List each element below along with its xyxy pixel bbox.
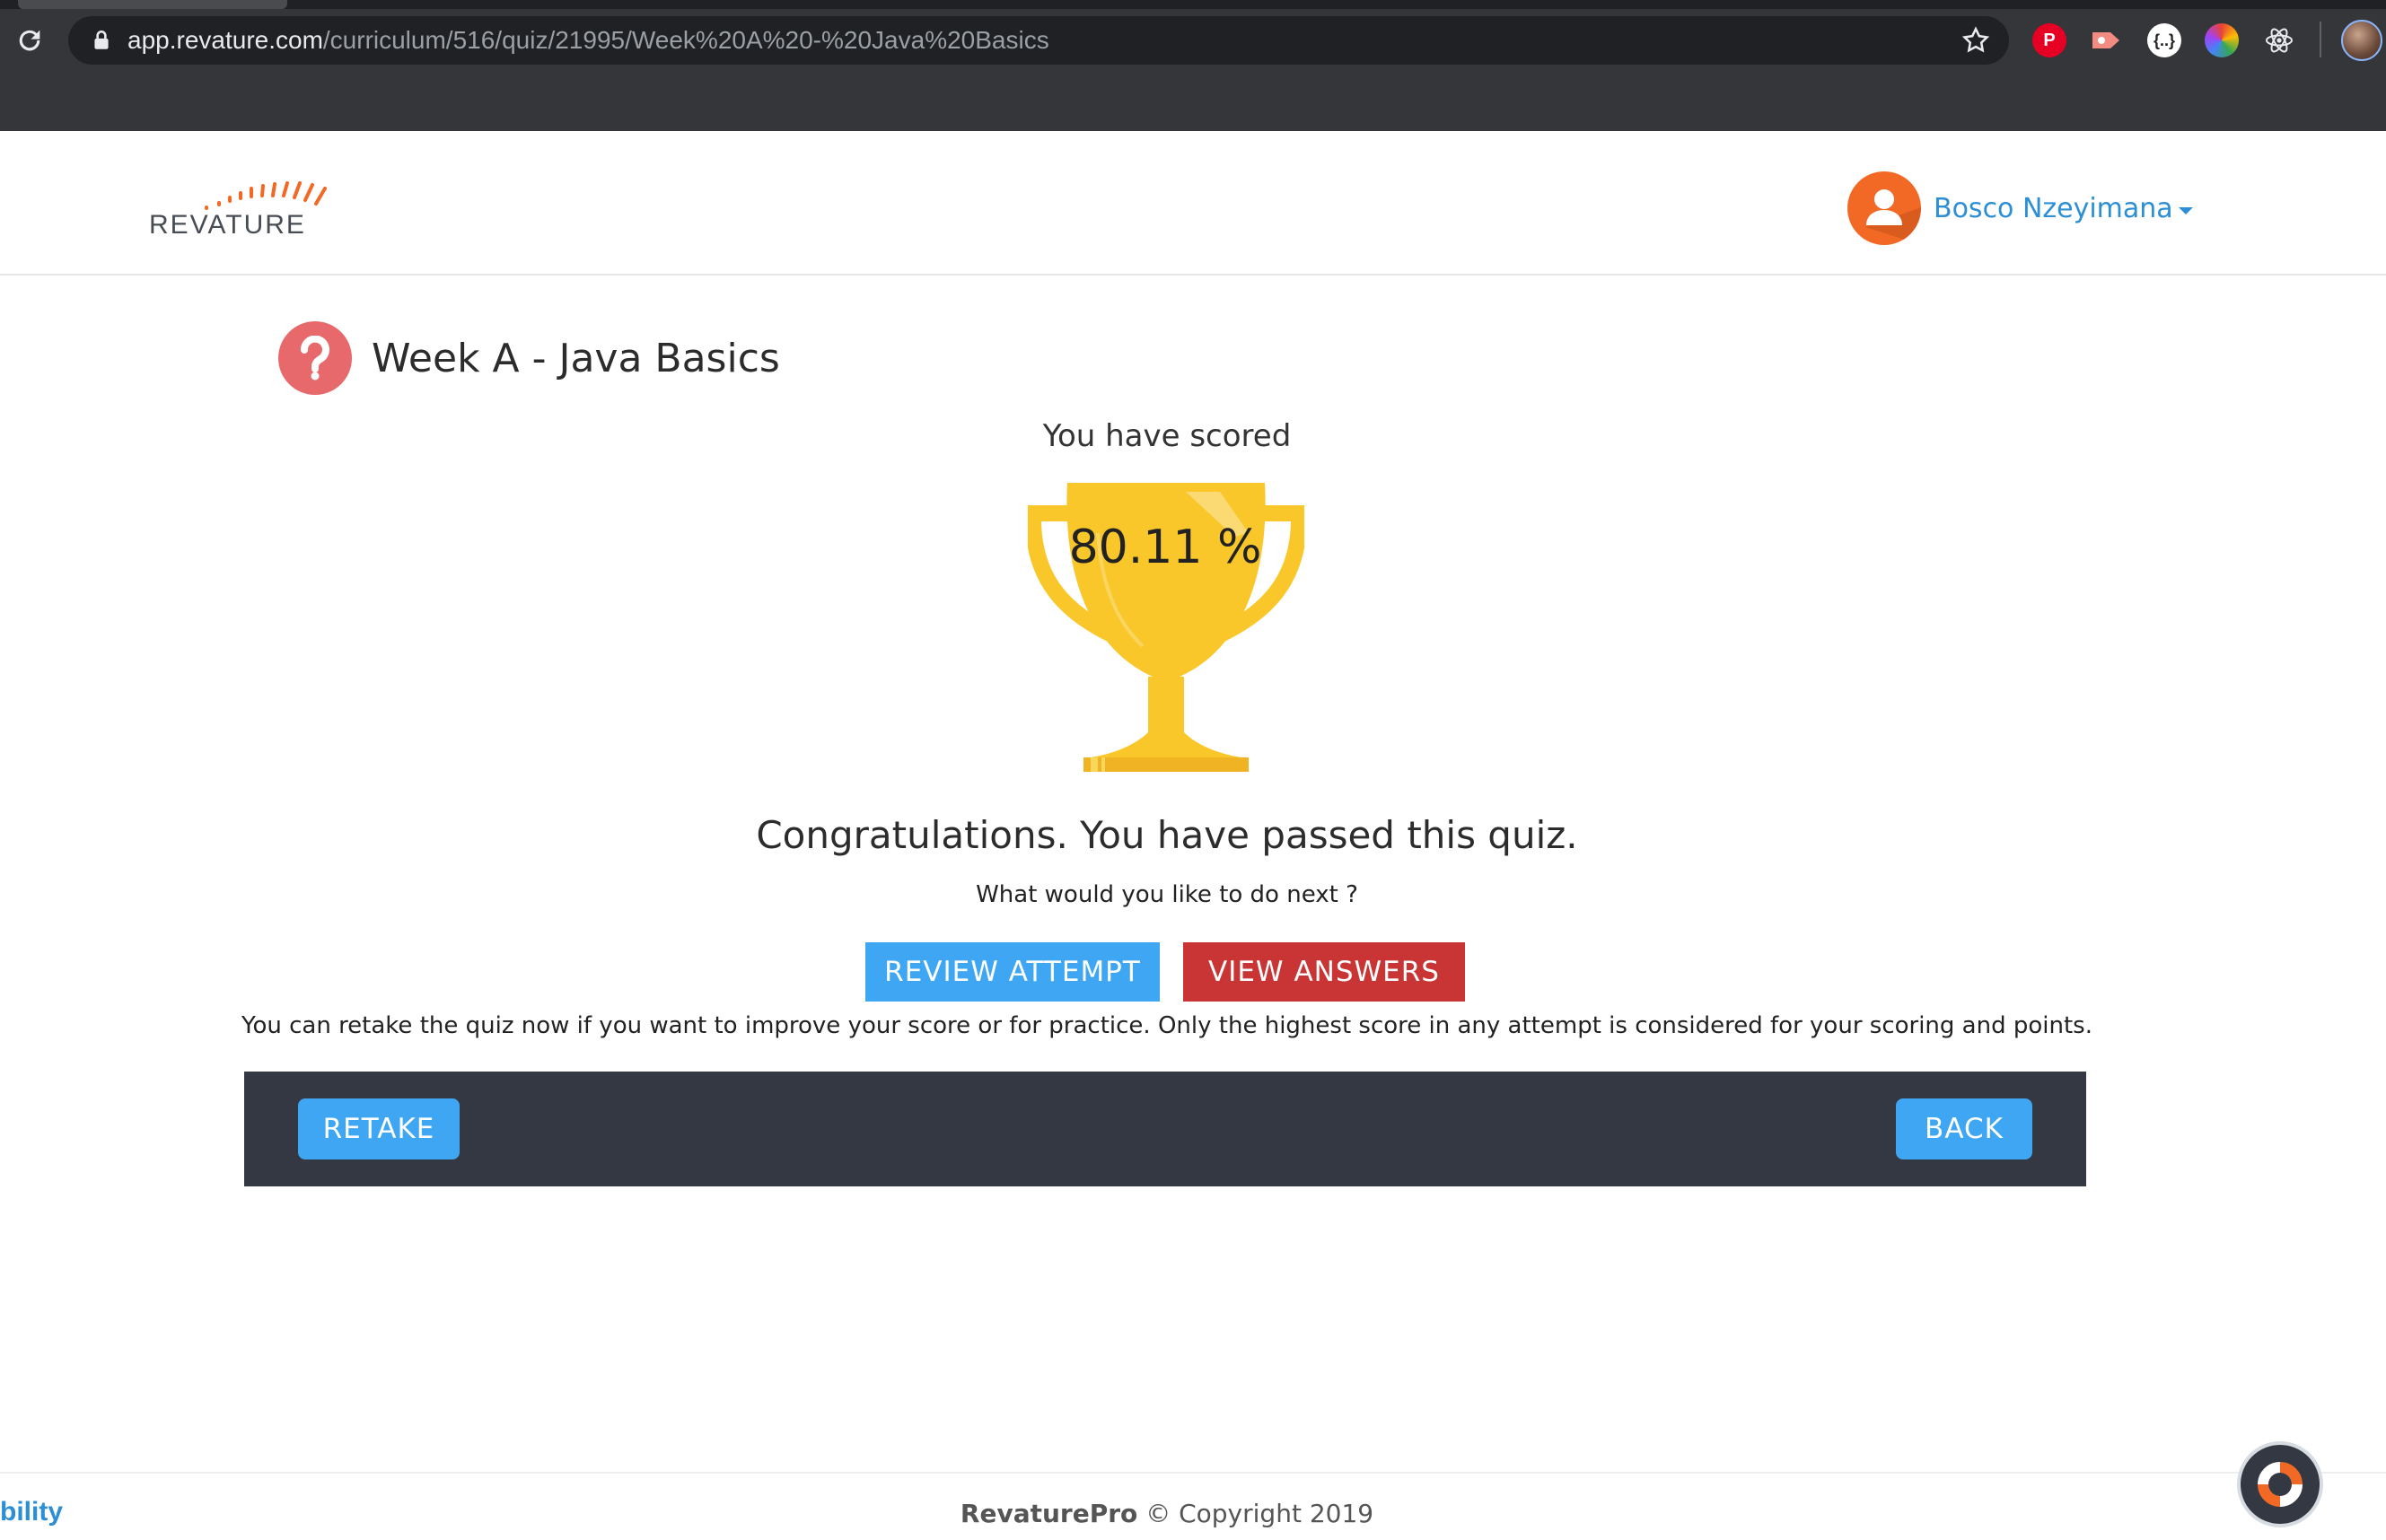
next-step-prompt: What would you like to do next ? — [976, 881, 1358, 908]
scored-label: You have scored — [1042, 418, 1292, 454]
url-path: /curriculum/516/quiz/21995/Week%20A%20-%… — [322, 26, 1049, 54]
toolbar-separator — [2320, 22, 2321, 57]
video-recorder-icon[interactable] — [2090, 23, 2124, 57]
app-header: REVATURE Bosco Nzeyimana — [0, 131, 2386, 276]
user-name[interactable]: Bosco Nzeyimana — [1934, 193, 2173, 224]
page-title: Week A - Java Basics — [372, 335, 780, 381]
lock-icon[interactable] — [90, 29, 113, 52]
question-mark-icon — [278, 321, 352, 395]
url-text[interactable]: app.revature.com/curriculum/516/quiz/219… — [127, 26, 1049, 55]
pinterest-icon[interactable]: P — [2032, 23, 2066, 57]
footer-copyright: RevaturePro © Copyright 2019 — [808, 1499, 1526, 1528]
logo-rays-icon — [205, 181, 327, 210]
footer-accessibility-link[interactable]: bility — [0, 1497, 63, 1527]
user-avatar-icon[interactable] — [1847, 171, 1921, 245]
tab-strip — [0, 0, 2386, 9]
json-viewer-icon[interactable]: {..} — [2147, 23, 2181, 57]
congratulations-message: Congratulations. You have passed this qu… — [756, 813, 1578, 857]
browser-toolbar: app.revature.com/curriculum/516/quiz/219… — [0, 0, 2386, 131]
user-menu[interactable]: Bosco Nzeyimana — [1847, 171, 2193, 246]
address-bar[interactable]: app.revature.com/curriculum/516/quiz/219… — [68, 16, 2009, 65]
footer-divider — [0, 1472, 2386, 1474]
retake-note: You can retake the quiz now if you want … — [241, 1012, 2092, 1039]
back-button[interactable]: BACK — [1896, 1098, 2032, 1159]
react-devtools-icon[interactable] — [2262, 23, 2296, 57]
retake-button[interactable]: RETAKE — [298, 1098, 460, 1159]
bookmark-star-icon[interactable] — [1961, 25, 1991, 56]
browser-tab[interactable] — [18, 0, 287, 9]
copyright-text: © Copyright 2019 — [1145, 1499, 1374, 1528]
quiz-title-row: Week A - Java Basics — [278, 321, 780, 395]
quiz-action-bar: RETAKE BACK — [244, 1072, 2086, 1186]
revature-logo[interactable]: REVATURE — [147, 176, 354, 248]
view-answers-button[interactable]: VIEW ANSWERS — [1183, 942, 1465, 1002]
footer-brand: RevaturePro — [960, 1499, 1138, 1528]
help-lifebuoy-button[interactable] — [2237, 1441, 2323, 1527]
color-picker-icon[interactable] — [2205, 23, 2239, 57]
url-host: app.revature.com — [127, 26, 323, 54]
logo-text: REVATURE — [149, 210, 306, 240]
review-attempt-button[interactable]: REVIEW ATTEMPT — [865, 942, 1160, 1002]
reload-icon[interactable] — [9, 20, 50, 61]
chevron-down-icon[interactable] — [2178, 207, 2193, 214]
lifebuoy-icon — [2256, 1460, 2304, 1509]
browser-profile-avatar[interactable] — [2341, 20, 2382, 61]
quiz-score: 80.11 % — [1068, 521, 1262, 574]
